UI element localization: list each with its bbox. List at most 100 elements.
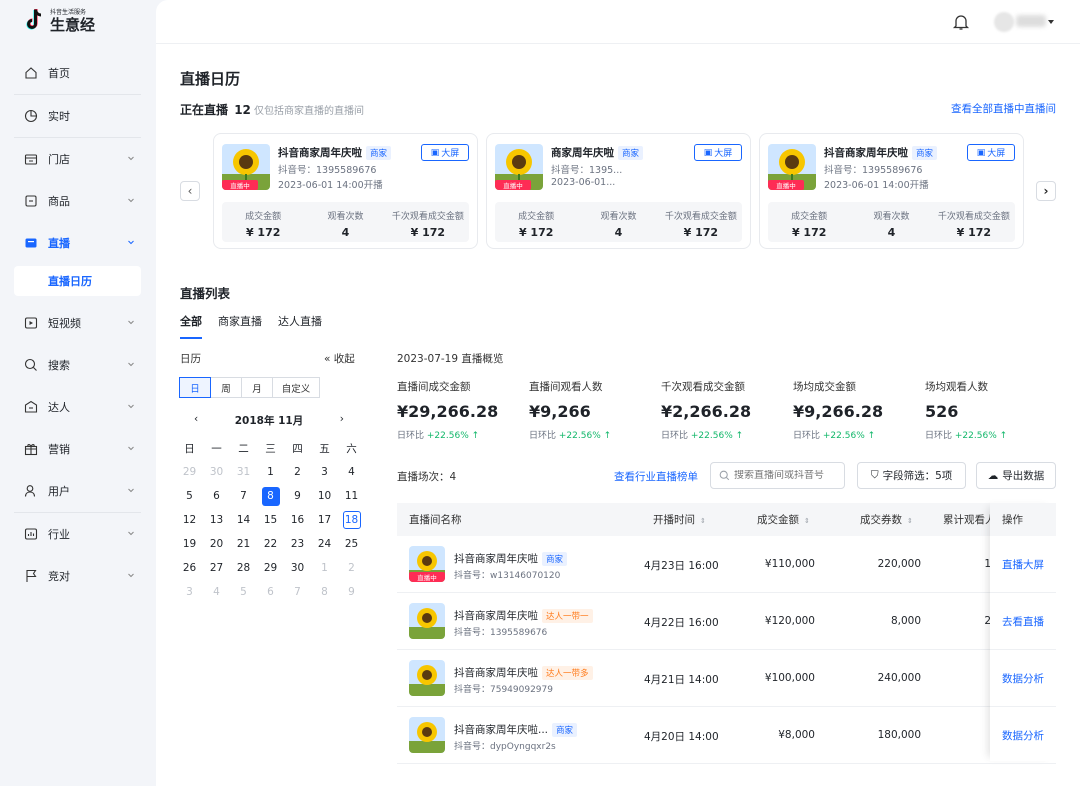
view-all-live-link[interactable]: 查看全部直播中直播间	[951, 101, 1056, 116]
sidebar-item-store[interactable]: 门店	[14, 138, 141, 180]
calendar-day[interactable]: 4	[338, 460, 365, 484]
big-screen-button[interactable]: ▣ 大屏	[967, 144, 1015, 161]
seg-week[interactable]: 周	[210, 377, 242, 398]
tab-all[interactable]: 全部	[180, 313, 202, 339]
calendar-day[interactable]: 7	[284, 580, 311, 604]
sidebar-item-competitor[interactable]: 竞对	[14, 555, 141, 597]
calendar-day[interactable]: 26	[176, 556, 203, 580]
calendar-day[interactable]: 1	[257, 460, 284, 484]
col-start-time[interactable]: 开播时间 ⇕	[653, 512, 706, 527]
calendar-day[interactable]: 2	[284, 460, 311, 484]
calendar-day[interactable]: 9	[284, 484, 311, 508]
sidebar-item-users[interactable]: 用户	[14, 470, 141, 512]
card-account: 抖音号：1395589676	[824, 165, 923, 176]
seg-custom[interactable]: 自定义	[272, 377, 320, 398]
calendar-day[interactable]: 3	[176, 580, 203, 604]
calendar-day[interactable]: 19	[176, 532, 203, 556]
calendar-collapse-button[interactable]: « 收起	[324, 351, 355, 366]
calendar-day[interactable]: 21	[230, 532, 257, 556]
calendar-day[interactable]: 16	[284, 508, 311, 532]
calendar-day[interactable]: 10	[311, 484, 338, 508]
table-row[interactable]: 抖音商家周年庆啦 达人一带多 抖音号：75949092979 4月21日 14:00 ¥…	[397, 650, 1055, 707]
carousel-next-button[interactable]: ›	[1036, 181, 1056, 201]
row-name[interactable]: 抖音商家周年庆啦... 商家	[454, 722, 578, 737]
avatar[interactable]	[994, 12, 1014, 32]
field-filter-button[interactable]: ⛉ 字段筛选：5项	[857, 462, 966, 489]
col-amount[interactable]: 成交金额 ⇕	[757, 512, 810, 527]
search-input[interactable]	[734, 470, 834, 481]
carousel-prev-button[interactable]: ‹	[180, 181, 200, 201]
export-button[interactable]: ☁ 导出数据	[976, 462, 1056, 489]
calendar-day[interactable]: 30	[284, 556, 311, 580]
calendar-day[interactable]: 13	[203, 508, 230, 532]
calendar-day-selected[interactable]: 8	[257, 484, 284, 508]
calendar-day[interactable]: 17	[311, 508, 338, 532]
sidebar-item-talent[interactable]: 达人	[14, 386, 141, 428]
table-row[interactable]: 抖音商家周年庆啦 达人一带一 抖音号：1395589676 4月22日 16:00 ¥1…	[397, 593, 1055, 650]
sidebar-subitem-live-calendar[interactable]: 直播日历	[14, 266, 141, 296]
user-name[interactable]	[1016, 15, 1046, 27]
sidebar-item-home[interactable]: 首页	[14, 52, 141, 94]
row-name[interactable]: 抖音商家周年庆啦 达人一带一	[454, 608, 593, 623]
calendar-day[interactable]: 7	[230, 484, 257, 508]
calendar-day[interactable]: 1	[311, 556, 338, 580]
seg-month[interactable]: 月	[241, 377, 273, 398]
calendar-day[interactable]: 12	[176, 508, 203, 532]
table-row[interactable]: 直播中 抖音商家周年庆啦 商家 抖音号：w13146070120 4月23日 16:00…	[397, 536, 1055, 593]
calendar-day[interactable]: 4	[203, 580, 230, 604]
calendar-day[interactable]: 6	[257, 580, 284, 604]
live-card[interactable]: 直播中 商家周年庆啦 商家 抖音号：1395... 2023-06-01... ▣…	[486, 133, 751, 249]
prev-month-icon[interactable]: ‹	[194, 413, 198, 428]
calendar-day[interactable]: 28	[230, 556, 257, 580]
big-screen-button[interactable]: ▣ 大屏	[694, 144, 742, 161]
calendar-day-today[interactable]: 18	[338, 508, 365, 532]
calendar-day[interactable]: 22	[257, 532, 284, 556]
sidebar-item-goods[interactable]: 商品	[14, 180, 141, 222]
calendar-day[interactable]: 23	[284, 532, 311, 556]
industry-ranking-link[interactable]: 查看行业直播榜单	[614, 469, 698, 484]
sidebar-item-short-video[interactable]: 短视频	[14, 302, 141, 344]
search-box[interactable]	[710, 462, 845, 489]
calendar-day[interactable]: 25	[338, 532, 365, 556]
calendar-day[interactable]: 27	[203, 556, 230, 580]
calendar-day[interactable]: 8	[311, 580, 338, 604]
calendar-day[interactable]: 6	[203, 484, 230, 508]
next-month-icon[interactable]: ›	[340, 413, 344, 428]
live-card[interactable]: 直播中 抖音商家周年庆啦 商家 抖音号：1395589676 2023-06-01…	[213, 133, 478, 249]
calendar-day[interactable]: 3	[311, 460, 338, 484]
sidebar-item-search[interactable]: 搜索	[14, 344, 141, 386]
brand-logo[interactable]: 抖音生活服务 生意经	[24, 8, 95, 34]
calendar-day[interactable]: 9	[338, 580, 365, 604]
row-action-link[interactable]: 数据分析	[990, 650, 1056, 707]
calendar-day[interactable]: 31	[230, 460, 257, 484]
sidebar-item-industry[interactable]: 行业	[14, 513, 141, 555]
caret-down-icon[interactable]	[1048, 20, 1054, 24]
bell-icon[interactable]	[952, 13, 970, 31]
calendar-day[interactable]: 24	[311, 532, 338, 556]
sidebar-item-marketing[interactable]: 营销	[14, 428, 141, 470]
col-tickets[interactable]: 成交券数 ⇕	[860, 512, 913, 527]
calendar-day[interactable]: 29	[176, 460, 203, 484]
row-action-link[interactable]: 去看直播	[990, 593, 1056, 650]
table-row[interactable]: 抖音商家周年庆啦... 商家 抖音号：dypOyngqxr2s 4月20日 14:00…	[397, 707, 1055, 764]
calendar-day[interactable]: 11	[338, 484, 365, 508]
calendar-day[interactable]: 15	[257, 508, 284, 532]
row-action-link[interactable]: 数据分析	[990, 707, 1056, 764]
sidebar-item-live[interactable]: 直播	[14, 222, 141, 264]
calendar-day[interactable]: 2	[338, 556, 365, 580]
calendar-day[interactable]: 30	[203, 460, 230, 484]
calendar-day[interactable]: 20	[203, 532, 230, 556]
calendar-day[interactable]: 5	[230, 580, 257, 604]
tab-merchant-live[interactable]: 商家直播	[218, 313, 262, 339]
calendar-day[interactable]: 5	[176, 484, 203, 508]
sidebar-item-realtime[interactable]: 实时	[14, 95, 141, 137]
calendar-day[interactable]: 29	[257, 556, 284, 580]
row-name[interactable]: 抖音商家周年庆啦 商家	[454, 551, 568, 566]
row-name[interactable]: 抖音商家周年庆啦 达人一带多	[454, 665, 593, 680]
seg-day[interactable]: 日	[179, 377, 211, 398]
row-action-link[interactable]: 直播大屏	[990, 536, 1056, 593]
live-card[interactable]: 直播中 抖音商家周年庆啦 商家 抖音号：1395589676 2023-06-01…	[759, 133, 1024, 249]
tab-talent-live[interactable]: 达人直播	[278, 313, 322, 339]
big-screen-button[interactable]: ▣ 大屏	[421, 144, 469, 161]
calendar-day[interactable]: 14	[230, 508, 257, 532]
